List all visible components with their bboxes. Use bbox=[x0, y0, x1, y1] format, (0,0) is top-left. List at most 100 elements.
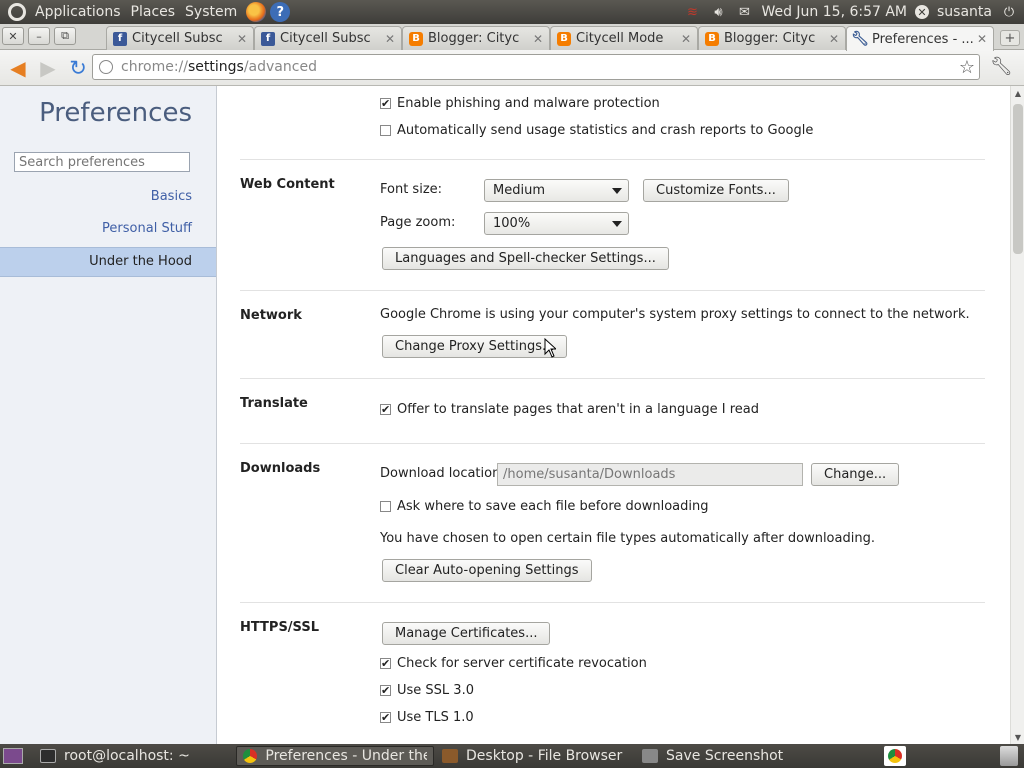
change-proxy-settings-button[interactable]: Change Proxy Settings... bbox=[382, 335, 568, 358]
tab-preferences[interactable]: 🔧︎ Preferences - ... ✕ bbox=[846, 26, 994, 51]
checkbox-label: Enable phishing and malware protection bbox=[397, 96, 660, 111]
ask-where-checkbox[interactable] bbox=[380, 501, 391, 512]
sidebar-item-personal-stuff[interactable]: Personal Stuff bbox=[102, 221, 192, 236]
sidebar-item-basics[interactable]: Basics bbox=[151, 189, 192, 204]
tab-close-icon[interactable]: ✕ bbox=[237, 32, 247, 46]
tab-close-icon[interactable]: ✕ bbox=[829, 32, 839, 46]
back-arrow-icon[interactable]: ◀ bbox=[6, 56, 30, 80]
tab-citycell-subsc-1[interactable]: f Citycell Subsc ✕ bbox=[106, 26, 254, 50]
font-size-select[interactable]: Medium bbox=[484, 179, 629, 202]
sidebar-item-under-the-hood[interactable]: Under the Hood bbox=[0, 247, 216, 277]
menu-system[interactable]: System bbox=[180, 4, 242, 20]
terminal-icon bbox=[40, 749, 56, 763]
auto-open-description: You have chosen to open certain file typ… bbox=[380, 531, 875, 546]
firefox-launcher-icon[interactable] bbox=[246, 2, 267, 22]
ask-where-checkbox-row[interactable]: Ask where to save each file before downl… bbox=[380, 499, 708, 514]
address-bar[interactable]: chrome://settings/advanced ☆ bbox=[92, 54, 980, 80]
usage-stats-checkbox-row[interactable]: Automatically send usage statistics and … bbox=[380, 123, 813, 138]
tab-close-icon[interactable]: ✕ bbox=[977, 32, 987, 46]
ssl3-checkbox-row[interactable]: ✔ Use SSL 3.0 bbox=[380, 683, 474, 698]
revocation-checkbox[interactable]: ✔ bbox=[380, 658, 391, 669]
menu-applications[interactable]: Applications bbox=[30, 4, 126, 20]
ubuntu-logo-icon[interactable] bbox=[8, 3, 26, 21]
search-preferences-input[interactable] bbox=[14, 152, 190, 172]
page-title: Preferences bbox=[39, 98, 192, 128]
checkbox-label: Offer to translate pages that aren't in … bbox=[397, 402, 760, 417]
new-tab-button[interactable]: + bbox=[1000, 30, 1020, 46]
tab-strip: ✕ – ⧉ f Citycell Subsc ✕ f Citycell Subs… bbox=[0, 24, 1024, 51]
scroll-up-arrow-icon[interactable]: ▲ bbox=[1013, 88, 1023, 98]
customize-fonts-button[interactable]: Customize Fonts... bbox=[643, 179, 789, 202]
wrench-icon: 🔧︎ bbox=[851, 31, 869, 47]
sidebar-item-label: Under the Hood bbox=[89, 254, 192, 269]
font-size-label: Font size: bbox=[380, 182, 443, 197]
help-icon[interactable]: ? bbox=[270, 2, 291, 22]
clear-auto-opening-button[interactable]: Clear Auto-opening Settings bbox=[382, 559, 592, 582]
checkbox-label: Ask where to save each file before downl… bbox=[397, 499, 709, 514]
bookmark-star-icon[interactable]: ☆ bbox=[959, 57, 975, 78]
task-save-screenshot[interactable]: Save Screenshot bbox=[636, 746, 789, 766]
window-close-button[interactable]: ✕ bbox=[2, 27, 24, 45]
menu-places[interactable]: Places bbox=[126, 4, 181, 20]
chrome-tray-icon[interactable] bbox=[884, 746, 906, 766]
user-status-icon[interactable]: ✕ bbox=[915, 5, 930, 19]
globe-icon bbox=[99, 60, 113, 74]
section-network: Network bbox=[240, 308, 302, 323]
url-path: /advanced bbox=[243, 59, 317, 75]
page-zoom-select[interactable]: 100% bbox=[484, 212, 629, 235]
preferences-sidebar: Preferences Basics Personal Stuff Under … bbox=[0, 86, 217, 744]
change-download-location-button[interactable]: Change... bbox=[811, 463, 900, 486]
wrench-menu-icon[interactable]: 🔧︎ bbox=[990, 56, 1013, 77]
section-web-content: Web Content bbox=[240, 177, 335, 192]
phishing-checkbox[interactable]: ✔ bbox=[380, 98, 391, 109]
tab-close-icon[interactable]: ✕ bbox=[385, 32, 395, 46]
volume-icon[interactable]: 🔊︎ bbox=[709, 4, 727, 20]
tab-blogger-1[interactable]: B Blogger: Cityc ✕ bbox=[402, 26, 550, 50]
reload-icon[interactable]: ↻ bbox=[66, 56, 90, 80]
user-name[interactable]: susanta bbox=[937, 4, 992, 20]
select-value: Medium bbox=[493, 183, 545, 198]
task-file-browser[interactable]: Desktop - File Browser bbox=[436, 746, 628, 766]
checkbox-label: Automatically send usage statistics and … bbox=[397, 123, 814, 138]
mail-icon[interactable]: ✉ bbox=[735, 4, 753, 20]
tab-label: Citycell Mode bbox=[576, 31, 664, 46]
usage-stats-checkbox[interactable] bbox=[380, 125, 391, 136]
translate-checkbox[interactable]: ✔ bbox=[380, 404, 391, 415]
scrollbar-thumb[interactable] bbox=[1013, 104, 1023, 254]
window-restore-button[interactable]: ⧉ bbox=[54, 27, 76, 45]
file-browser-icon bbox=[442, 749, 458, 763]
trash-icon[interactable] bbox=[1000, 746, 1018, 766]
content-scrollbar[interactable]: ▲ ▼ bbox=[1010, 86, 1024, 744]
task-terminal[interactable]: root@localhost: ~ bbox=[34, 746, 196, 766]
browser-toolbar: ◀ ▶ ↻ chrome://settings/advanced ☆ 🔧︎ bbox=[0, 50, 1024, 86]
tls1-checkbox[interactable]: ✔ bbox=[380, 712, 391, 723]
window-minimize-button[interactable]: – bbox=[28, 27, 50, 45]
forward-arrow-icon[interactable]: ▶ bbox=[36, 56, 60, 80]
blogger-icon: B bbox=[705, 31, 719, 46]
tab-close-icon[interactable]: ✕ bbox=[681, 32, 691, 46]
revocation-checkbox-row[interactable]: ✔ Check for server certificate revocatio… bbox=[380, 656, 647, 671]
translate-checkbox-row[interactable]: ✔ Offer to translate pages that aren't i… bbox=[380, 402, 759, 417]
wifi-icon[interactable]: ≋ bbox=[683, 4, 701, 20]
blogger-icon: B bbox=[409, 31, 423, 46]
url-scheme: chrome:// bbox=[121, 59, 188, 75]
tab-citycell-subsc-2[interactable]: f Citycell Subsc ✕ bbox=[254, 26, 402, 50]
ssl3-checkbox[interactable]: ✔ bbox=[380, 685, 391, 696]
task-label: Save Screenshot bbox=[666, 748, 784, 764]
dropdown-caret-icon bbox=[612, 221, 622, 227]
tab-blogger-2[interactable]: B Blogger: Cityc ✕ bbox=[698, 26, 846, 50]
tab-close-icon[interactable]: ✕ bbox=[533, 32, 543, 46]
task-preferences[interactable]: Preferences - Under the... bbox=[236, 746, 434, 766]
section-https-ssl: HTTPS/SSL bbox=[240, 620, 319, 635]
power-icon[interactable]: ⏻ bbox=[1000, 4, 1018, 20]
manage-certificates-button[interactable]: Manage Certificates... bbox=[382, 622, 551, 645]
clock[interactable]: Wed Jun 15, 6:57 AM bbox=[761, 4, 907, 20]
tls1-checkbox-row[interactable]: ✔ Use TLS 1.0 bbox=[380, 710, 474, 725]
tab-label: Citycell Subsc bbox=[132, 31, 223, 46]
download-location-field[interactable]: /home/susanta/Downloads bbox=[497, 463, 803, 486]
languages-spellchecker-button[interactable]: Languages and Spell-checker Settings... bbox=[382, 247, 669, 270]
scroll-down-arrow-icon[interactable]: ▼ bbox=[1013, 732, 1023, 742]
tab-citycell-mode[interactable]: B Citycell Mode ✕ bbox=[550, 26, 698, 50]
show-desktop-icon[interactable] bbox=[3, 748, 23, 764]
phishing-checkbox-row[interactable]: ✔ Enable phishing and malware protection bbox=[380, 96, 660, 111]
